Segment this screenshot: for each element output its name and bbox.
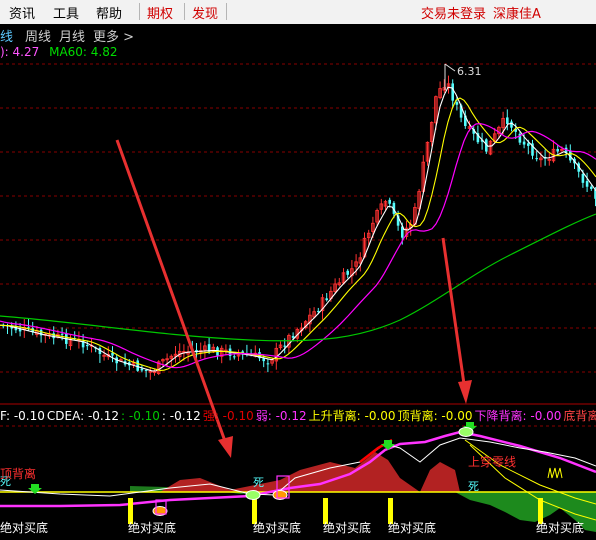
- candle-body: [283, 345, 286, 347]
- buy-signal-label: 绝对买底: [128, 520, 176, 535]
- candle-body: [556, 149, 559, 152]
- candle-body: [346, 270, 349, 275]
- zero-cross-label: 上穿零线: [468, 454, 516, 469]
- candle-body: [136, 360, 139, 371]
- candle-body: [510, 121, 513, 128]
- annotation-arrow: [441, 237, 466, 385]
- candle-body: [535, 158, 538, 160]
- indicator-value: 上升背离: -0.00: [308, 409, 396, 423]
- annotation-arrowhead: [218, 436, 233, 458]
- divergence-label: 顶背离: [0, 466, 36, 481]
- buy-signal-label: 绝对买底: [0, 520, 48, 535]
- candle-body: [451, 83, 454, 101]
- candle-body: [266, 363, 270, 365]
- indicator-value: 下降背离: -0.00: [474, 409, 562, 423]
- indicator-value: 顶背离: -0.00: [397, 409, 473, 423]
- indicator-value: F: -0.10: [0, 409, 45, 423]
- candle-body: [291, 336, 295, 338]
- candle-body: [455, 102, 459, 105]
- signal-dot-icon: [458, 427, 474, 437]
- candle-body: [388, 199, 391, 204]
- indicator-value: : -0.10: [121, 409, 160, 423]
- peak-price-label: 6.31: [457, 65, 482, 78]
- indicator-value: 强: -0.10: [202, 409, 254, 423]
- candle-body: [144, 369, 148, 371]
- death-cross-label: 死: [468, 480, 479, 493]
- candle-body: [527, 143, 530, 146]
- candle-body: [86, 344, 89, 347]
- candle-body: [317, 310, 320, 312]
- indicator-value: CDEA: -0.12: [46, 409, 119, 423]
- ma60-line: [0, 213, 596, 342]
- signal-dot-icon: [245, 490, 261, 500]
- candle-body: [60, 333, 64, 335]
- candle-body: [585, 181, 589, 187]
- annotation-arrow: [115, 139, 228, 445]
- indicator-value: : -0.12: [161, 409, 201, 423]
- buy-signal-label: 绝对买底: [536, 520, 584, 535]
- comb-marker: [547, 467, 563, 479]
- indicator-value: 弱: -0.12: [255, 409, 307, 423]
- buy-signal-label: 绝对买底: [253, 520, 301, 535]
- death-cross-label: 死: [253, 476, 264, 489]
- candle-body: [140, 368, 144, 371]
- candle-body: [590, 186, 593, 189]
- indicator-values: F: -0.10 CDEA: -0.12: -0.10: -0.12 强: -0.1…: [0, 407, 596, 424]
- candle-body: [581, 173, 585, 183]
- indicator-value: 底背离: -: [563, 409, 596, 423]
- candle-body: [325, 298, 328, 301]
- kline-chart[interactable]: 绝对买底 绝对买底 绝对买底 绝对买底 绝对买底 绝对买底死死死顶背离上穿零线 6.31: [0, 0, 596, 540]
- candle-body: [522, 141, 526, 145]
- peak-pointer: [444, 63, 456, 72]
- buy-signal-label: 绝对买底: [323, 520, 371, 535]
- candle-body: [233, 356, 236, 358]
- annotation-arrowhead: [458, 380, 472, 404]
- buy-signal-label: 绝对买底: [388, 520, 436, 535]
- candle-body: [506, 117, 509, 124]
- down-arrow-icon: [381, 440, 395, 450]
- ma20-line: [0, 122, 596, 369]
